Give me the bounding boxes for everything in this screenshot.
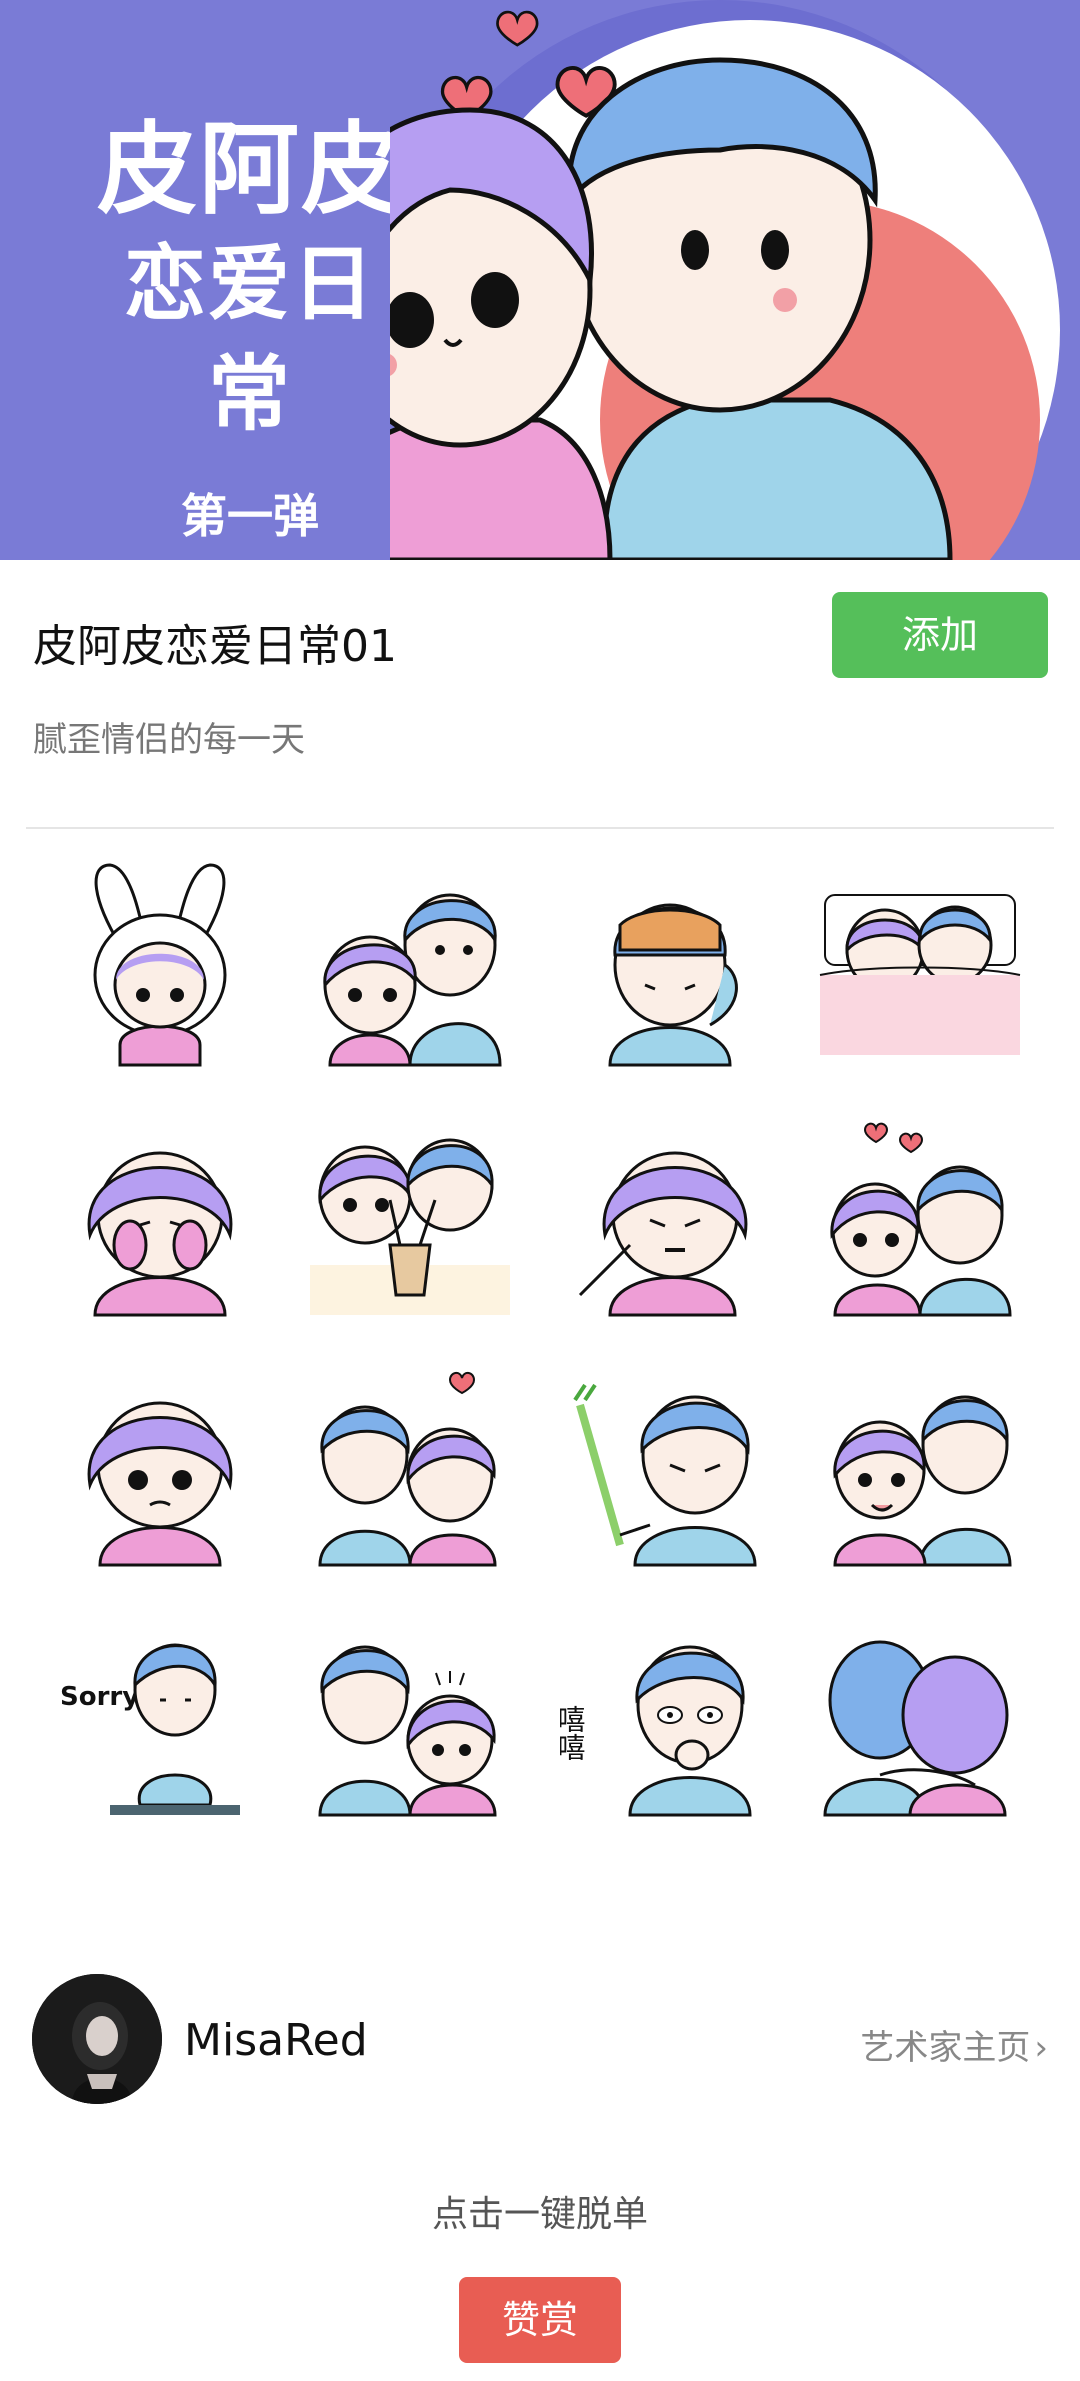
couple-back-hug-icon (823, 1640, 1009, 1817)
sticker-couple-kiss[interactable] (300, 1355, 520, 1575)
reward-button[interactable]: 赞赏 (459, 2277, 621, 2363)
artist-avatar-icon (32, 1974, 162, 2104)
sticker-boy-giggle[interactable]: 嘻嘻 (554, 1605, 780, 1825)
reward-hint: 点击一键脱单 (431, 2194, 648, 2235)
artist-homepage-link[interactable]: 艺术家主页 › (860, 2020, 1048, 2069)
boy-sleep-mask-icon (608, 903, 738, 1067)
sticker-couple-surprised[interactable] (300, 1605, 520, 1825)
boy-angry-leek-icon (573, 1383, 757, 1567)
sticker-sorry-text: Sorry (60, 1682, 139, 1712)
girl-pout-icon (578, 1151, 748, 1317)
sticker-girl-shy[interactable] (50, 1105, 270, 1325)
pack-info: 皮阿皮恋爱日常01 添加 腻歪情侣的每一天 (0, 560, 1080, 830)
sticker-boy-sleep-mask[interactable] (560, 855, 780, 1075)
banner-title: 皮阿皮 恋爱日常 第一弹 (90, 110, 410, 546)
banner-couple-illustration (390, 0, 1060, 560)
pack-description: 腻歪情侣的每一天 (33, 720, 305, 760)
artist-name: MisaRed (184, 2015, 368, 2066)
bunny-hood-girl-icon (93, 863, 227, 1067)
artist-homepage-label: 艺术家主页 (860, 2028, 1031, 2068)
add-button[interactable]: 添加 (832, 592, 1048, 678)
sticker-couple-back-hug[interactable] (810, 1605, 1030, 1825)
girl-shy-icon (87, 1151, 233, 1317)
banner-title-line2: 恋爱日常 (123, 237, 376, 442)
pack-title: 皮阿皮恋爱日常01 (33, 621, 397, 672)
sticker-girl-sad[interactable] (50, 1355, 270, 1575)
boy-sorry-icon: Sorry (60, 1643, 240, 1815)
sticker-couple-hearts[interactable] (810, 1105, 1030, 1325)
sticker-couple-bubble-tea[interactable] (300, 1105, 520, 1325)
sticker-couple-cuddle[interactable] (810, 1355, 1030, 1575)
sticker-boy-sorry[interactable]: Sorry (50, 1605, 270, 1825)
sticker-giggle-text: 嘻嘻 (560, 1705, 587, 1761)
couple-bubble-tea-icon (310, 1138, 510, 1315)
couple-hug-icon (323, 893, 502, 1067)
banner-title-line3: 第一弹 (181, 489, 319, 543)
artist-row: MisaRed 艺术家主页 › (0, 1970, 1080, 2110)
sticker-couple-in-bed[interactable] (810, 855, 1030, 1075)
avatar[interactable] (32, 1974, 162, 2104)
couple-kiss-icon (318, 1372, 497, 1567)
pack-banner: 皮阿皮 恋爱日常 第一弹 (0, 0, 1080, 560)
boy-giggle-icon: 嘻嘻 (554, 1645, 752, 1817)
divider (26, 827, 1054, 829)
sticker-girl-pout[interactable] (560, 1105, 780, 1325)
sticker-couple-hug[interactable] (300, 855, 520, 1075)
chevron-right-icon: › (1034, 2028, 1048, 2068)
couple-surprised-icon (318, 1645, 497, 1817)
girl-sad-icon (87, 1401, 233, 1567)
couple-cuddle-icon (833, 1395, 1012, 1567)
sticker-grid: Sorry 嘻嘻 (0, 855, 1080, 1875)
banner-title-line1: 皮阿皮 (97, 111, 403, 228)
sticker-bunny-hood-girl[interactable] (50, 855, 270, 1075)
sticker-boy-angry-leek[interactable] (560, 1355, 780, 1575)
couple-hearts-icon (830, 1122, 1012, 1317)
couple-in-bed-icon (819, 894, 1021, 1055)
